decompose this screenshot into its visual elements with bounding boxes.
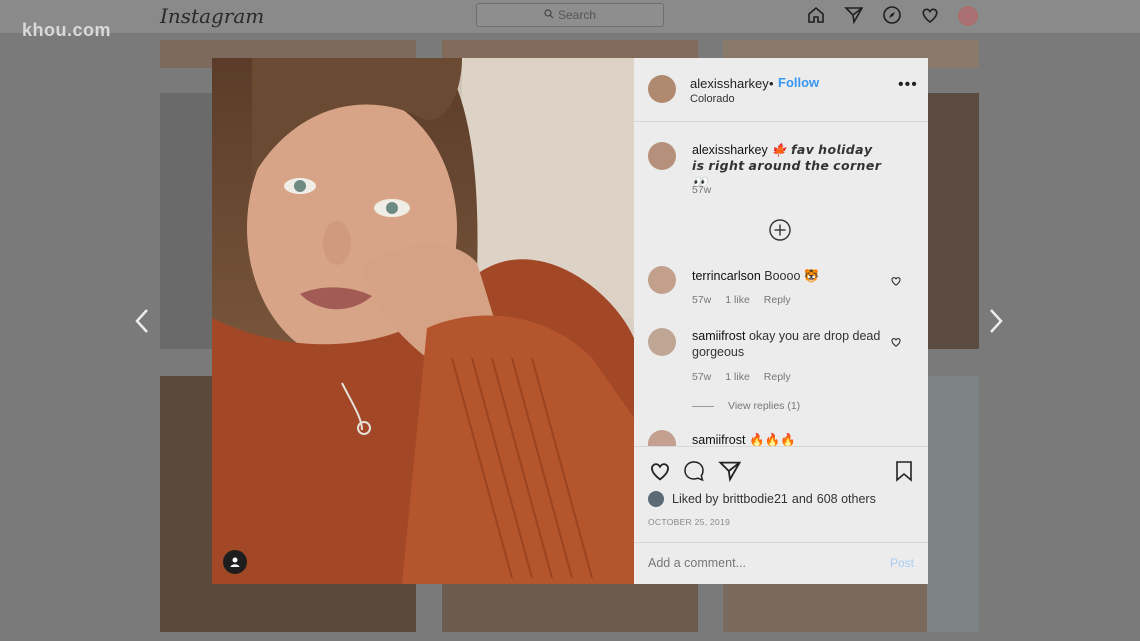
liked-by-summary: Liked by brittbodie21 and 608 others — [648, 491, 876, 507]
search-icon — [544, 8, 554, 22]
post-photo[interactable] — [212, 58, 634, 584]
tv-watermark: khou.com — [22, 20, 112, 40]
like-comment-heart-icon[interactable] — [890, 335, 902, 347]
activity-heart-icon[interactable] — [918, 4, 942, 26]
avatar — [958, 5, 978, 26]
liked-by-user[interactable]: brittbodie21 — [723, 492, 788, 506]
caption-username[interactable]: alexissharkey — [692, 143, 768, 157]
comment: terrincarlson Boooo 🐯 — [692, 268, 884, 284]
reply-divider-line — [692, 405, 714, 407]
nav-icons — [804, 4, 980, 26]
load-more-comments-icon[interactable] — [768, 218, 792, 242]
likes-count-link[interactable]: 608 others — [817, 492, 876, 506]
add-comment-input[interactable] — [648, 552, 868, 574]
commenter-avatar[interactable] — [648, 328, 676, 356]
comment-meta: 57w 1 like Reply — [692, 371, 791, 383]
caption: alexissharkey 🍁 𝙛𝙖𝙫 𝙝𝙤𝙡𝙞𝙙𝙖𝙮 𝙞𝙨 𝙧𝙞𝙜𝙝𝙩 𝙖𝙧𝙤… — [692, 142, 884, 190]
caption-meta: 57w — [692, 184, 711, 196]
more-options-icon[interactable]: ••• — [898, 76, 918, 94]
caption-author-avatar[interactable] — [648, 142, 676, 170]
post-location[interactable]: Colorado — [690, 93, 735, 105]
separator-dot: • — [769, 76, 774, 91]
like-heart-icon[interactable] — [648, 459, 672, 483]
comment: samiifrost 🔥🔥🔥 — [692, 432, 884, 446]
grid-post-thumbnail[interactable] — [160, 93, 212, 349]
search-input[interactable]: Search — [476, 3, 664, 27]
previous-post-arrow-icon[interactable] — [134, 308, 150, 342]
comment-likes[interactable]: 1 like — [725, 294, 750, 306]
liker-avatar — [648, 491, 664, 507]
commenter-avatar[interactable] — [648, 266, 676, 294]
follow-button[interactable]: Follow — [778, 75, 819, 90]
explore-icon[interactable] — [880, 4, 904, 26]
view-replies-button[interactable]: View replies (1) — [692, 400, 800, 412]
bookmark-icon[interactable] — [892, 459, 916, 483]
add-comment-bar: Post — [634, 542, 928, 584]
comment-age: 57w — [692, 371, 712, 383]
home-icon[interactable] — [804, 4, 828, 26]
post-comment-button[interactable]: Post — [890, 556, 914, 570]
search-placeholder: Search — [557, 8, 597, 22]
commenter-avatar[interactable] — [648, 430, 676, 446]
like-comment-heart-icon[interactable] — [890, 274, 902, 286]
post-detail-panel: alexissharkey • Follow Colorado ••• alex… — [634, 58, 928, 584]
comment-age: 57w — [692, 294, 712, 306]
grid-post-thumbnail[interactable] — [442, 584, 698, 632]
view-replies-label: View replies (1) — [728, 400, 801, 412]
post-actions: Liked by brittbodie21 and 608 others OCT… — [634, 446, 928, 534]
comment: samiifrost okay you are drop dead gorgeo… — [692, 328, 884, 360]
comments-list[interactable]: alexissharkey 🍁 𝙛𝙖𝙫 𝙝𝙤𝙡𝙞𝙙𝙖𝙮 𝙞𝙨 𝙧𝙞𝙜𝙝𝙩 𝙖𝙧𝙤… — [634, 122, 928, 446]
author-username[interactable]: alexissharkey — [690, 76, 769, 91]
share-direct-icon[interactable] — [718, 459, 742, 483]
profile-avatar[interactable] — [956, 4, 980, 26]
comment-likes[interactable]: 1 like — [725, 371, 750, 383]
liked-by-prefix: Liked by — [672, 492, 719, 506]
comment-text: Boooo 🐯 — [764, 269, 820, 283]
caption-age: 57w — [692, 184, 712, 196]
comment-meta: 57w 1 like Reply — [692, 294, 791, 306]
comment-username[interactable]: samiifrost — [692, 329, 745, 343]
top-navigation-bar: Instagram Search — [0, 0, 1140, 33]
grid-post-thumbnail[interactable] — [927, 93, 979, 349]
comment-text: 🔥🔥🔥 — [748, 433, 796, 446]
instagram-logo[interactable]: Instagram — [160, 4, 264, 28]
post-header: alexissharkey • Follow Colorado ••• — [634, 58, 928, 122]
tagged-people-icon[interactable] — [223, 550, 247, 574]
post-date[interactable]: OCTOBER 25, 2019 — [648, 517, 730, 527]
next-post-arrow-icon[interactable] — [988, 308, 1004, 342]
reply-button[interactable]: Reply — [764, 294, 791, 306]
comment-username[interactable]: samiifrost — [692, 433, 745, 446]
comment-bubble-icon[interactable] — [682, 459, 706, 483]
reply-button[interactable]: Reply — [764, 371, 791, 383]
grid-post-thumbnail[interactable] — [927, 376, 979, 632]
comment-username[interactable]: terrincarlson — [692, 269, 761, 283]
author-avatar[interactable] — [648, 75, 676, 103]
direct-icon[interactable] — [842, 4, 866, 26]
liked-by-and: and — [791, 492, 813, 506]
